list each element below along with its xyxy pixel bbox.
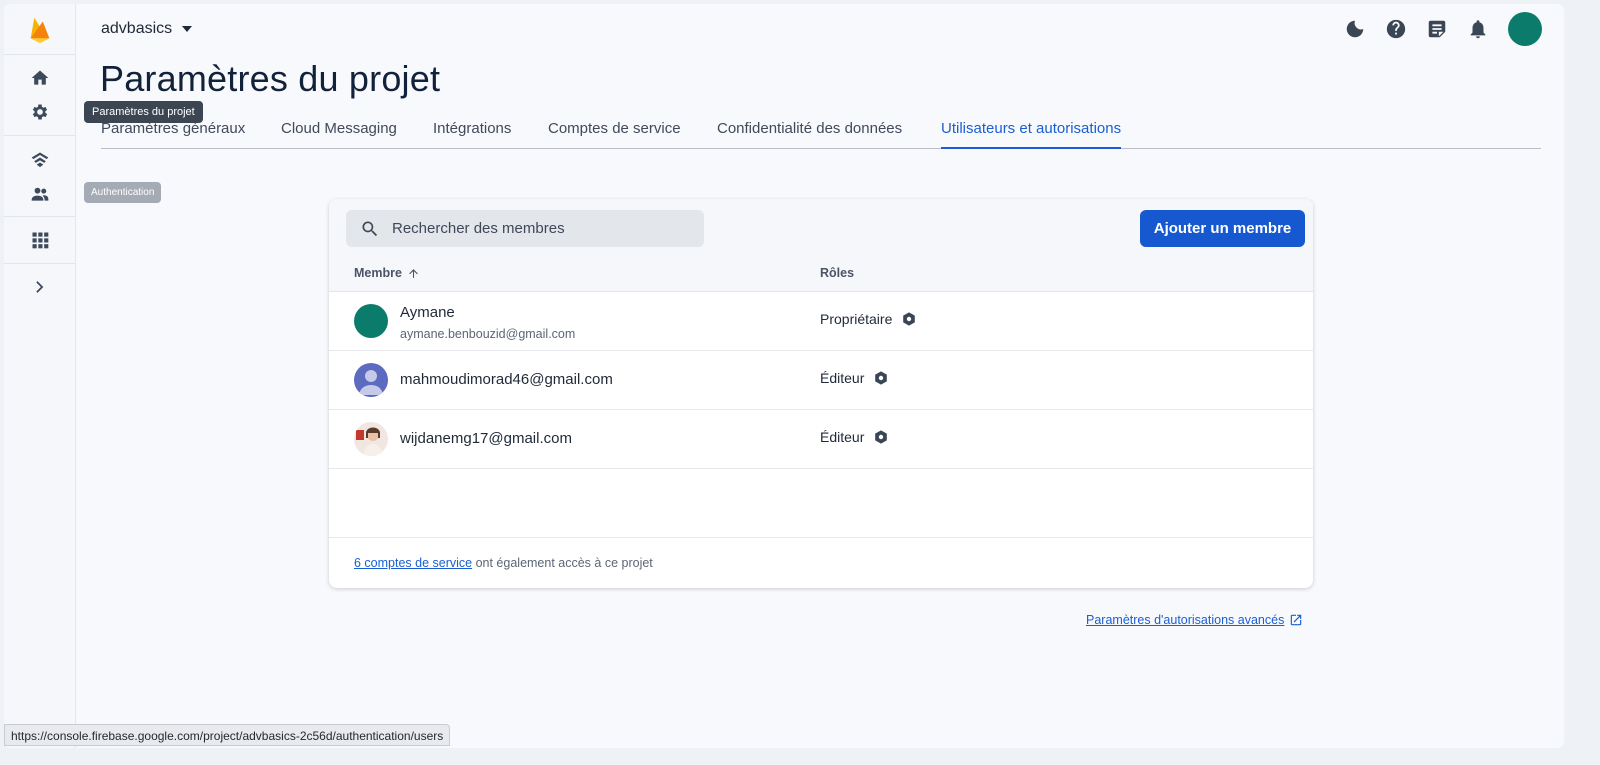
table-row: wijdanemg17@gmail.com Éditeur — [329, 410, 1313, 469]
view-role-icon[interactable] — [901, 311, 917, 327]
avatar — [354, 422, 388, 456]
bell-icon[interactable] — [1467, 18, 1489, 40]
service-accounts-link[interactable]: 6 comptes de service — [354, 556, 472, 570]
rail-divider — [4, 263, 76, 264]
left-nav-rail — [4, 4, 76, 748]
column-header-roles: Rôles — [820, 266, 855, 280]
realtime-db-icon[interactable] — [28, 148, 52, 172]
avatar — [354, 304, 388, 338]
member-role: Éditeur — [820, 370, 889, 386]
tab-users-and-permissions[interactable]: Utilisateurs et autorisations — [941, 120, 1122, 149]
app-window: advbasics Paramètres du projet Paramètre… — [4, 4, 1564, 748]
tab-integrations[interactable]: Intégrations — [433, 120, 511, 137]
member-name: Aymane — [400, 304, 455, 321]
members-card-header: Rechercher des membres Ajouter un membre… — [329, 199, 1313, 292]
members-card-footer: 6 comptes de service ont également accès… — [329, 537, 1313, 588]
view-role-icon[interactable] — [873, 370, 889, 386]
search-icon — [362, 221, 378, 236]
users-icon[interactable] — [28, 182, 52, 206]
member-email: wijdanemg17@gmail.com — [400, 430, 572, 447]
column-header-member[interactable]: Membre — [354, 266, 420, 280]
add-member-button[interactable]: Ajouter un membre — [1140, 210, 1305, 247]
chevron-right-icon[interactable] — [28, 275, 52, 299]
status-bar-url: https://console.firebase.google.com/proj… — [4, 724, 451, 746]
table-row: Aymane aymane.benbouzid@gmail.com Propri… — [329, 292, 1313, 351]
caret-down-icon — [182, 26, 193, 32]
notes-icon[interactable] — [1426, 18, 1448, 40]
dark-mode-icon[interactable] — [1344, 18, 1366, 40]
firebase-logo[interactable] — [28, 14, 52, 44]
top-toolbar — [1344, 12, 1542, 46]
settings-tabs: Paramètres généraux Cloud Messaging Inté… — [101, 116, 1541, 149]
avatar — [354, 363, 388, 397]
gear-icon[interactable] — [28, 100, 52, 124]
view-role-icon[interactable] — [873, 429, 889, 445]
tooltip-project-settings: Paramètres du projet — [84, 101, 203, 123]
members-card: Rechercher des membres Ajouter un membre… — [329, 199, 1313, 588]
rail-divider — [4, 135, 76, 136]
search-placeholder: Rechercher des membres — [392, 220, 565, 237]
footer-text: ont également accès à ce projet — [472, 556, 653, 570]
advanced-permissions-link[interactable]: Paramètres d'autorisations avancés — [1086, 613, 1303, 627]
member-search-input[interactable]: Rechercher des membres — [346, 210, 704, 247]
page-title: Paramètres du projet — [100, 58, 441, 99]
home-icon[interactable] — [28, 66, 52, 90]
sort-ascending-icon — [409, 268, 418, 278]
tab-cloud-messaging[interactable]: Cloud Messaging — [281, 120, 397, 137]
rail-divider — [4, 216, 76, 217]
table-row: mahmoudimorad46@gmail.com Éditeur — [329, 351, 1313, 410]
rail-divider — [4, 54, 76, 55]
member-email: mahmoudimorad46@gmail.com — [400, 371, 613, 388]
member-email: aymane.benbouzid@gmail.com — [400, 327, 576, 341]
project-selector[interactable]: advbasics — [101, 20, 193, 38]
apps-grid-icon[interactable] — [28, 228, 52, 252]
tab-service-accounts[interactable]: Comptes de service — [548, 120, 681, 137]
project-name: advbasics — [101, 20, 173, 37]
account-avatar[interactable] — [1508, 12, 1542, 46]
member-role: Éditeur — [820, 429, 889, 445]
tab-data-privacy[interactable]: Confidentialité des données — [717, 120, 902, 137]
tooltip-authentication: Authentication — [84, 182, 162, 203]
help-icon[interactable] — [1385, 18, 1407, 40]
member-role: Propriétaire — [820, 311, 917, 327]
external-link-icon — [1291, 614, 1302, 626]
